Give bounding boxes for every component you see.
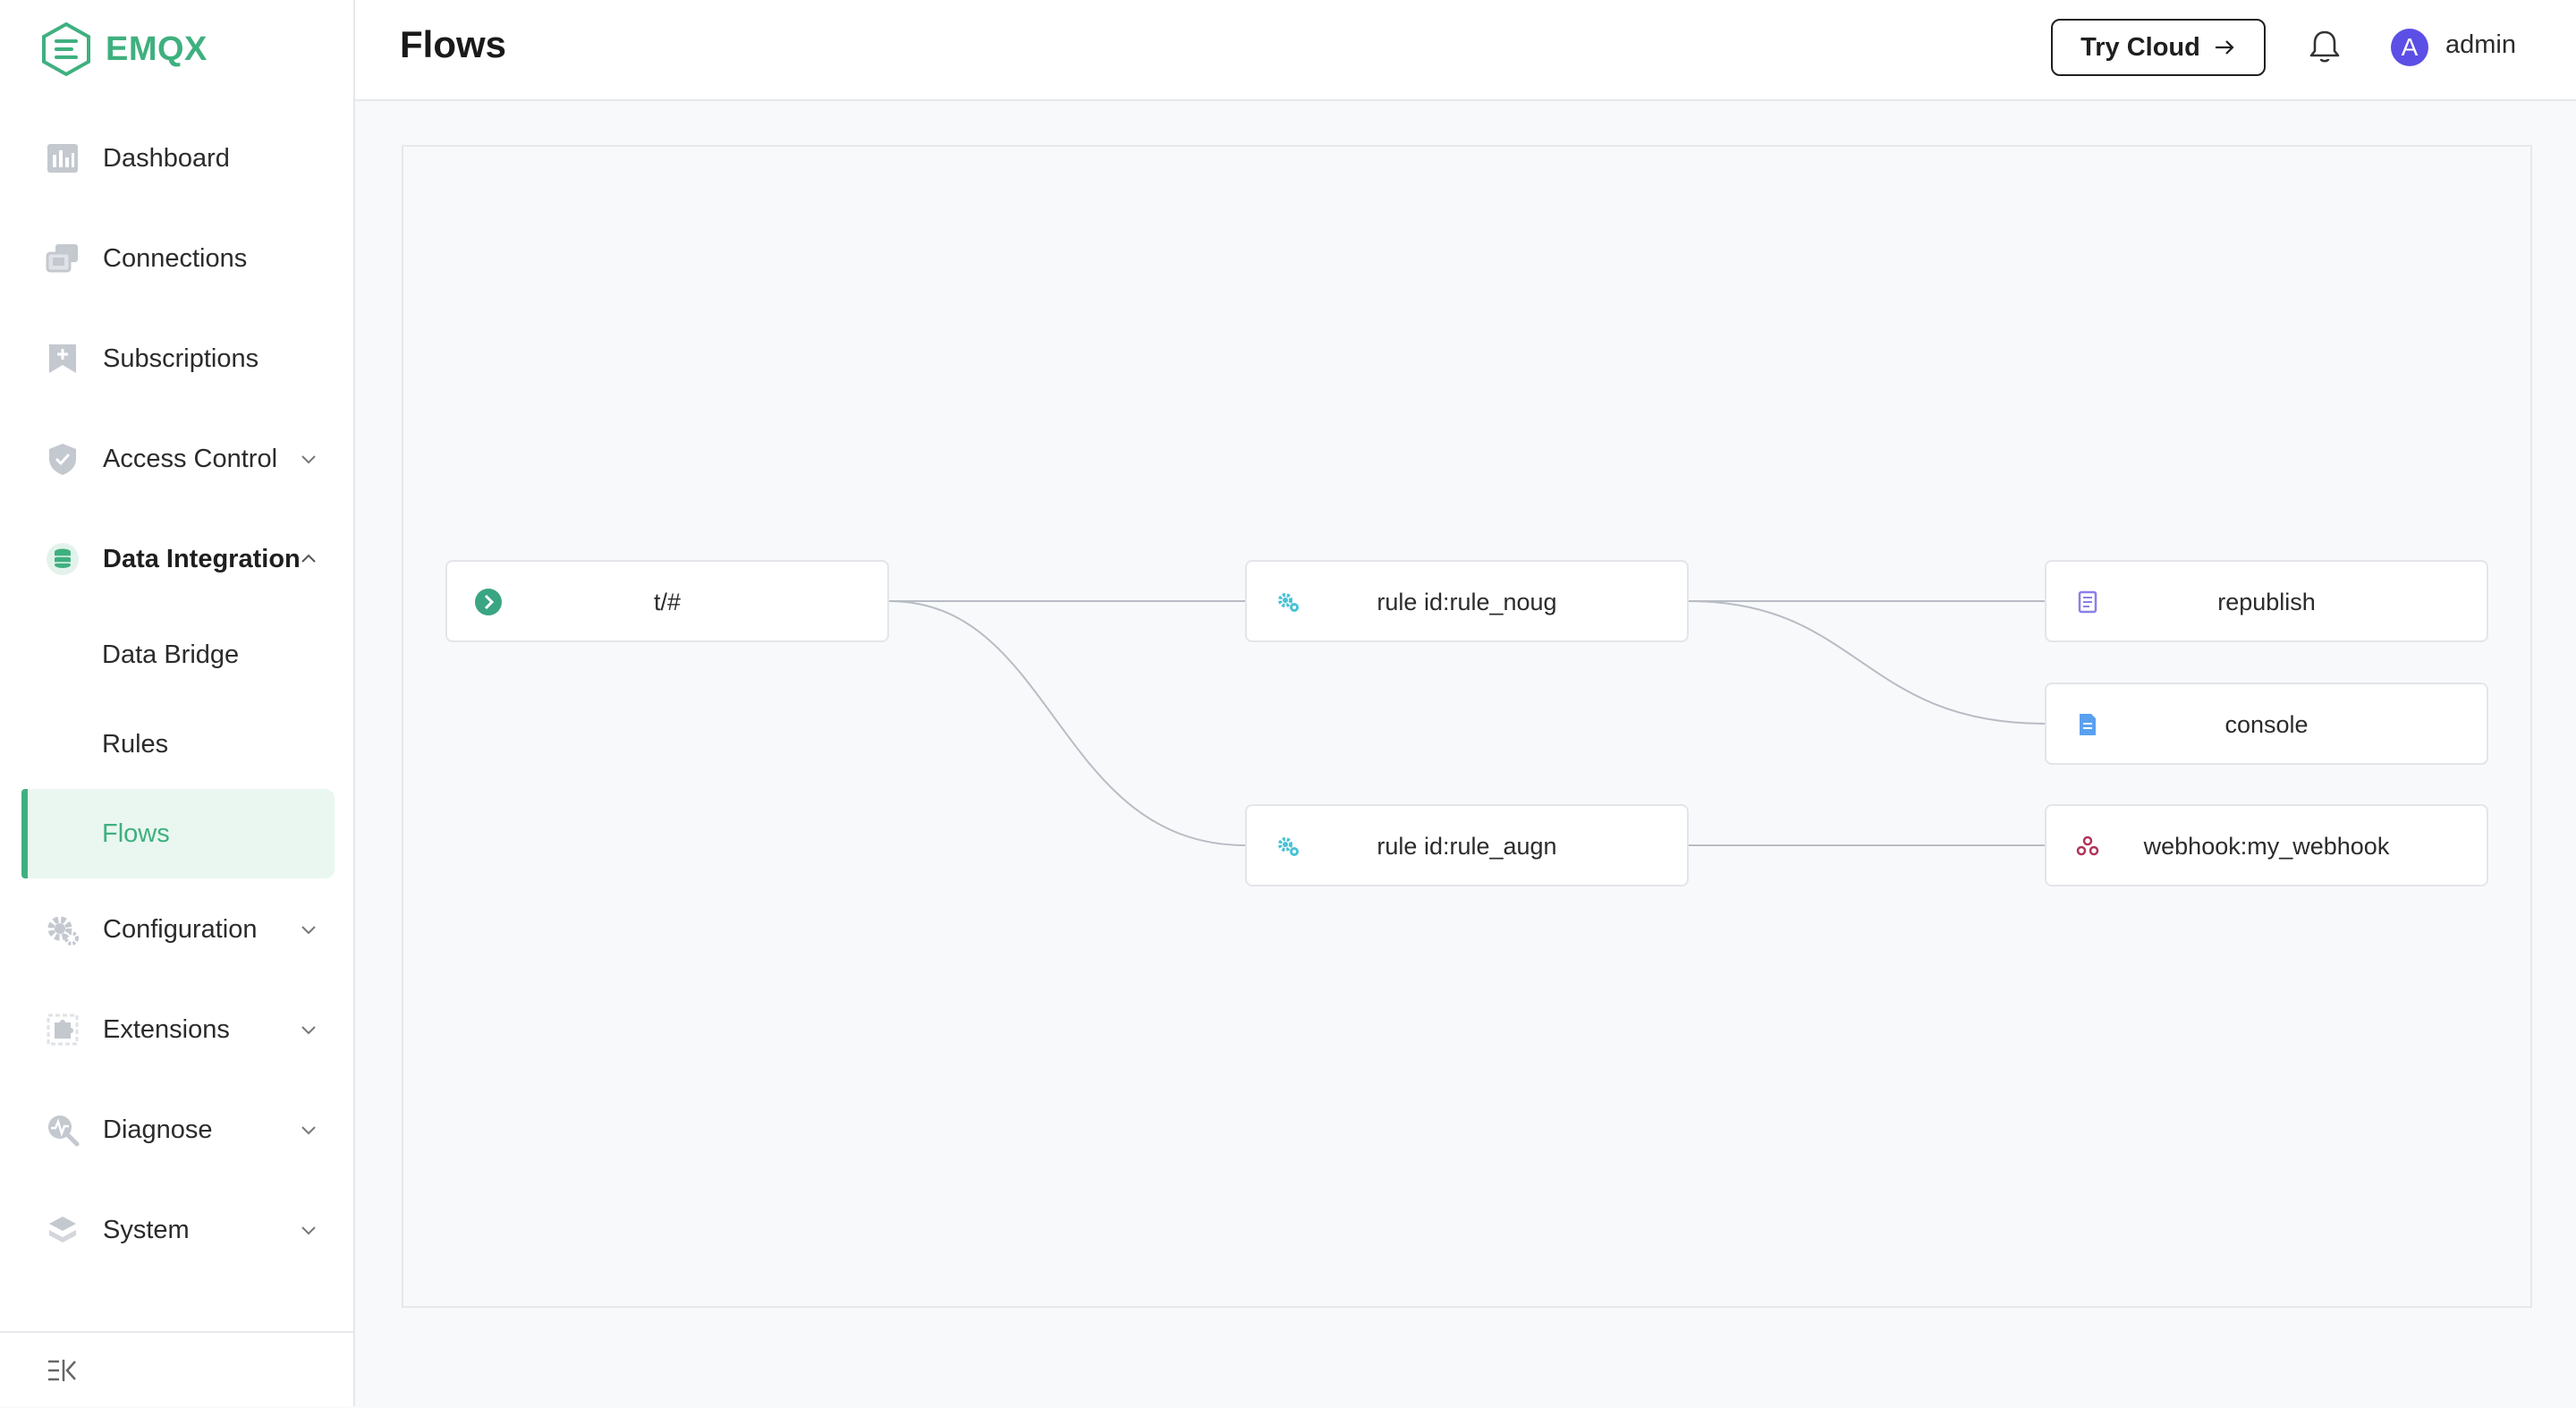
- sidebar-subitem-data-bridge[interactable]: Data Bridge: [21, 610, 335, 700]
- page-title: Flows: [400, 23, 507, 65]
- emqx-logo-icon: [42, 21, 90, 77]
- sidebar-footer: [0, 1331, 353, 1408]
- sidebar-item-access-control[interactable]: Access Control: [0, 414, 355, 504]
- chevron-down-icon: [298, 1119, 319, 1141]
- try-cloud-button[interactable]: Try Cloud: [2051, 19, 2266, 76]
- sidebar-item-label: Data Integration: [103, 544, 301, 573]
- flow-node-rule-augn[interactable]: rule id:rule_augn: [1245, 804, 1689, 886]
- node-label: t/#: [653, 589, 682, 615]
- sidebar-item-label: Dashboard: [103, 143, 230, 173]
- sidebar-item-dashboard[interactable]: Dashboard: [0, 114, 355, 203]
- chevron-down-icon: [298, 448, 319, 470]
- sidebar-item-label: Diagnose: [103, 1115, 213, 1144]
- sidebar-item-label: Access Control: [103, 444, 278, 473]
- flow-node-topic[interactable]: t/#: [445, 560, 889, 642]
- dashboard-icon: [45, 140, 80, 176]
- sidebar-subitem-label: Rules: [102, 729, 169, 759]
- flow-node-console[interactable]: console: [2045, 683, 2488, 765]
- flow-node-webhook[interactable]: webhook:my_webhook: [2045, 804, 2488, 886]
- chevron-down-icon: [298, 919, 319, 940]
- node-label: rule id:rule_noug: [1377, 589, 1557, 615]
- sidebar-item-extensions[interactable]: Extensions: [0, 985, 355, 1074]
- node-label: webhook:my_webhook: [2143, 833, 2390, 860]
- connections-icon: [45, 241, 80, 276]
- chevron-down-icon: [298, 1019, 319, 1040]
- diagnose-icon: [45, 1112, 80, 1148]
- database-icon: [45, 541, 80, 577]
- sidebar-item-diagnose[interactable]: Diagnose: [0, 1085, 355, 1175]
- sidebar-item-label: System: [103, 1215, 190, 1244]
- sidebar-item-label: Configuration: [103, 914, 258, 944]
- sidebar-item-subscriptions[interactable]: Subscriptions: [0, 314, 355, 403]
- node-label: republish: [2217, 589, 2316, 615]
- sidebar-subitem-rules[interactable]: Rules: [21, 700, 335, 789]
- sidebar-subitem-label: Flows: [102, 819, 170, 848]
- sidebar-item-label: Connections: [103, 243, 248, 273]
- layers-icon: [45, 1212, 80, 1248]
- app-name: EMQX: [106, 30, 208, 68]
- gear-icon: [45, 912, 80, 947]
- try-cloud-label: Try Cloud: [2080, 32, 2200, 62]
- collapse-sidebar-icon[interactable]: [45, 1353, 80, 1388]
- sidebar-item-label: Extensions: [103, 1014, 230, 1044]
- flow-node-rule-noug[interactable]: rule id:rule_noug: [1245, 560, 1689, 642]
- sidebar: EMQX Dashboard Connections Subscriptions…: [0, 0, 355, 1406]
- sidebar-item-configuration[interactable]: Configuration: [0, 885, 355, 974]
- active-indicator: [21, 789, 28, 878]
- flow-node-republish[interactable]: republish: [2045, 560, 2488, 642]
- chevron-up-icon: [298, 548, 319, 570]
- sidebar-item-connections[interactable]: Connections: [0, 214, 355, 303]
- puzzle-icon: [45, 1012, 80, 1048]
- node-label: console: [2224, 711, 2309, 738]
- shield-icon: [45, 441, 80, 477]
- arrow-right-icon: [2215, 40, 2234, 55]
- node-label: rule id:rule_augn: [1377, 833, 1557, 860]
- sidebar-item-system[interactable]: System: [0, 1185, 355, 1275]
- sidebar-subitem-label: Data Bridge: [102, 640, 240, 669]
- avatar[interactable]: A: [2391, 29, 2428, 66]
- chevron-down-icon: [298, 1219, 319, 1241]
- emqx-logo[interactable]: EMQX: [39, 21, 208, 77]
- sidebar-item-label: Subscriptions: [103, 344, 259, 373]
- sidebar-subitem-flows[interactable]: Flows: [21, 789, 335, 878]
- username[interactable]: admin: [2445, 30, 2516, 60]
- subscriptions-icon: [45, 341, 80, 377]
- sidebar-item-data-integration[interactable]: Data Integration: [0, 514, 355, 604]
- top-header: Flows Try Cloud A admin: [355, 0, 2576, 101]
- bell-icon[interactable]: [2305, 27, 2344, 66]
